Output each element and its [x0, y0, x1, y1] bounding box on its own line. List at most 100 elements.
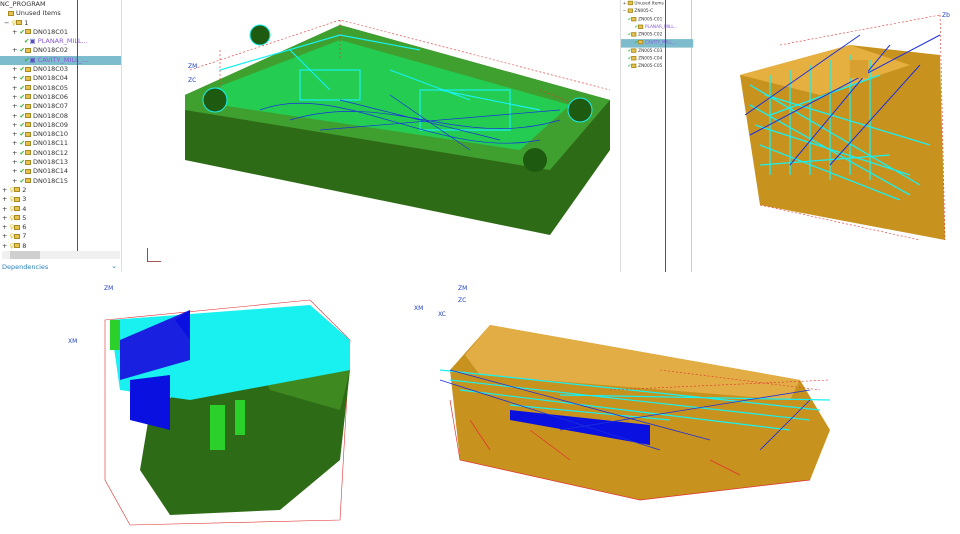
tree-item[interactable]: + ✔ DN018C02 [0, 46, 121, 55]
folder-icon [638, 40, 644, 45]
tree-item[interactable]: + ✔ DN018C13 [0, 158, 121, 167]
tree-label: DN018C05 [32, 83, 69, 92]
model-view-slider-part[interactable]: Zb [730, 5, 955, 250]
tree-root[interactable]: NC_PROGRAM [0, 0, 121, 9]
model-view-green-part[interactable]: ZM XM [60, 280, 370, 534]
tree-label: 4 [22, 204, 27, 213]
tree-label: DN018C01 [32, 27, 69, 36]
tree-label: DN018C10 [32, 130, 69, 139]
tree-label: PLANAR_MILL... [644, 24, 678, 30]
folder-icon [638, 24, 644, 29]
left-operation-navigator: NC_PROGRAM Unused Items − ♀ 1 + ✔ DN018C01 ✔▣ … [0, 0, 122, 272]
tree-item-unused[interactable]: Unused Items [0, 9, 121, 18]
tree-item-group[interactable]: + ♀ 4 [0, 205, 121, 214]
tree-item-group-1[interactable]: − ♀ 1 [0, 19, 121, 28]
tree-item[interactable]: + ✔ DN018C14 [0, 167, 121, 176]
tree-label: CAVITY_MILL_... [37, 55, 89, 64]
folder-icon [14, 196, 21, 202]
tree-label: 8 [22, 241, 27, 250]
tree-label: ZN005-C05 [638, 64, 663, 70]
right-operation-navigator: + Unused Items − ZN005-C ✔ ZN005-C01 ✔ PLANAR… [620, 0, 694, 272]
tree-item-group[interactable]: + ♀ 7 [0, 232, 121, 241]
folder-icon [14, 233, 21, 239]
tree-label: 3 [22, 195, 27, 204]
tree-label: 2 [22, 185, 27, 194]
tree-item[interactable]: + ✔ DN018C11 [0, 139, 121, 148]
tree-label: 7 [22, 232, 27, 241]
folder-icon [627, 0, 633, 6]
tree-label: DN018C07 [32, 102, 69, 111]
zc-axis-label-3: ZC [458, 297, 466, 304]
folder-icon [24, 66, 31, 72]
tree-label: DN018C03 [32, 65, 69, 74]
folder-icon [631, 56, 637, 61]
collapse-icon[interactable]: ⌄ [111, 262, 117, 270]
folder-icon [14, 187, 21, 193]
tree-item[interactable]: ✔ ZN005-C05 [621, 63, 693, 71]
tree-item[interactable]: + ✔ DN018C06 [0, 93, 121, 102]
tree-label: 5 [22, 213, 27, 222]
tree-label: DN018C08 [32, 111, 69, 120]
tree-label: DN018C04 [32, 74, 69, 83]
tree-label: DN018C09 [32, 120, 69, 129]
dependencies-panel-header[interactable]: Dependencies [2, 263, 48, 271]
tree-label: ZN005-C04 [638, 56, 663, 62]
tree-item[interactable]: ✔ ZN005-C03 [621, 47, 693, 55]
tree-item[interactable]: ✔ ZN005-C01 [621, 16, 693, 24]
tree-item[interactable]: + ✔ DN018C09 [0, 121, 121, 130]
tree-item-group[interactable]: + ♀ 3 [0, 195, 121, 204]
tree-item[interactable]: + ✔ DN018C10 [0, 130, 121, 139]
tree-label: PLANAR_MILL... [37, 37, 88, 46]
tree-label: ZN005-C02 [638, 32, 663, 38]
tree-label: DN018C02 [32, 46, 69, 55]
tree-item[interactable]: + ✔ DN018C01 [0, 28, 121, 37]
tree-item[interactable]: + ✔ DN018C08 [0, 112, 121, 121]
tree-label: ZN005-C [634, 8, 654, 14]
operation-icon: ▣ [29, 37, 36, 46]
tree-item-group[interactable]: + ♀ 8 [0, 242, 121, 251]
horizontal-scrollbar[interactable] [2, 251, 120, 259]
tree-item-group[interactable]: + ♀ 6 [0, 223, 121, 232]
tree-item[interactable]: ✔▣ PLANAR_MILL... [0, 37, 121, 46]
model-view-mold-base[interactable]: ZM ZC [140, 10, 610, 275]
tree-item[interactable]: + ✔ DN018C05 [0, 84, 121, 93]
tree-label: CAVITY_MILL_... [644, 40, 678, 46]
zm-axis-label-2: ZM [104, 285, 113, 292]
folder-icon [631, 48, 637, 53]
tree-item[interactable]: + ✔ DN018C03 [0, 65, 121, 74]
folder-icon [24, 47, 31, 53]
tree-item[interactable]: ✔ CAVITY_MILL_... [621, 39, 694, 48]
tree-item-unused[interactable]: + Unused Items [621, 0, 693, 8]
folder-icon [14, 243, 21, 249]
root-label: NC_PROGRAM [0, 0, 46, 8]
folder-icon [24, 75, 31, 81]
tree-label: DN018C15 [32, 176, 69, 185]
tree-label: 6 [22, 223, 27, 232]
tree-item[interactable]: ✔ ZN005-C04 [621, 55, 693, 63]
tree-item[interactable]: + ✔ DN018C12 [0, 149, 121, 158]
tree-item[interactable]: + ✔ DN018C07 [0, 102, 121, 111]
tree-item[interactable]: ✔ ZN005-C02 [621, 32, 693, 40]
tree-item[interactable]: + ✔ DN018C15 [0, 177, 121, 186]
folder-icon [24, 103, 31, 109]
folder-icon [631, 32, 637, 37]
folder-icon [627, 8, 633, 14]
tree-item-group[interactable]: + ♀ 5 [0, 214, 121, 223]
tree-label: 1 [24, 18, 29, 27]
folder-icon [14, 215, 21, 221]
folder-icon [24, 122, 31, 128]
model-view-gold-part[interactable]: ZM ZC XM XC [410, 280, 850, 510]
folder-icon [24, 140, 31, 146]
tree-item[interactable]: + ✔ DN018C04 [0, 74, 121, 83]
folder-icon [24, 178, 31, 184]
folder-icon [631, 16, 637, 21]
zb-axis-label: Zb [942, 12, 950, 19]
tree-item-group[interactable]: − ZN005-C [621, 8, 693, 16]
tree-item[interactable]: ✔▣ CAVITY_MILL_... [0, 55, 121, 66]
tree-item-group[interactable]: + ♀ 2 [0, 186, 121, 195]
folder-icon [24, 131, 31, 137]
folder-icon [24, 150, 31, 156]
folder-icon [24, 29, 31, 35]
tree-label: ZN005-C03 [638, 48, 663, 54]
tree-item[interactable]: ✔ PLANAR_MILL... [621, 24, 693, 32]
